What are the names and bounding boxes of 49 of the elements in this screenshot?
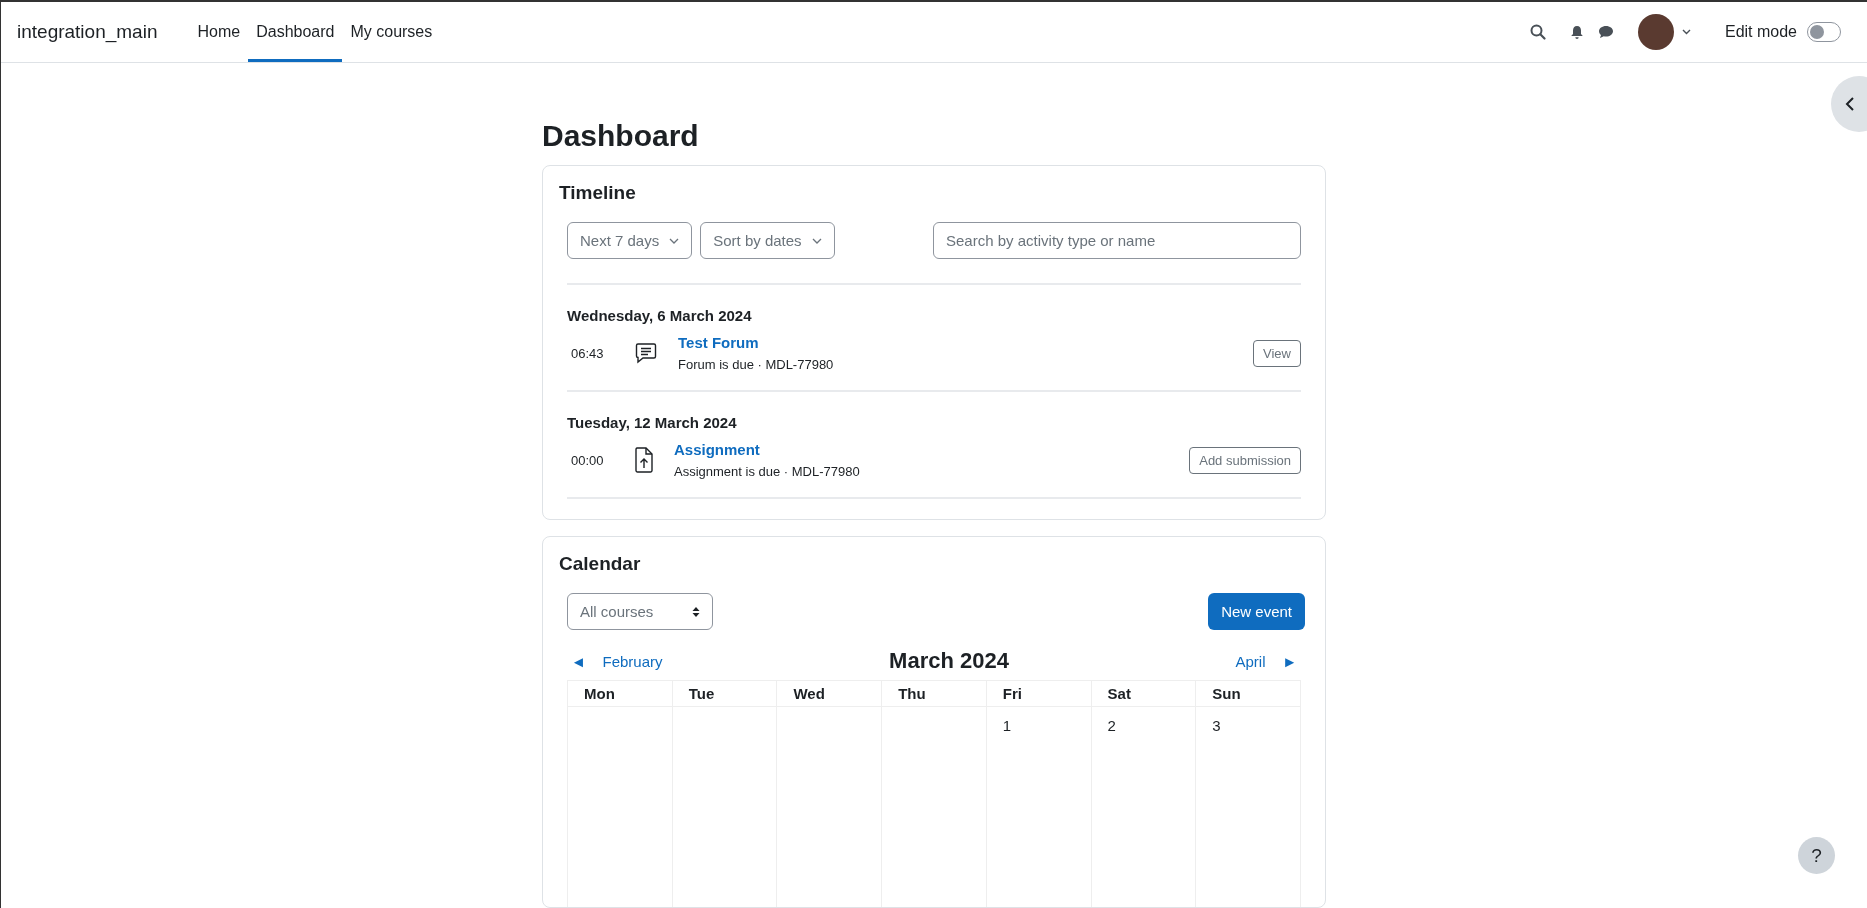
event-detail: Forum is due · MDL-77980 bbox=[678, 357, 834, 372]
event-detail: Assignment is due · MDL-77980 bbox=[674, 464, 860, 479]
new-event-button[interactable]: New event bbox=[1208, 593, 1305, 630]
bell-icon[interactable] bbox=[1569, 24, 1584, 40]
calendar-day-cell[interactable]: 1 bbox=[986, 707, 1092, 907]
calendar-day-cell[interactable]: 3 bbox=[1196, 707, 1301, 907]
calendar-day-cell[interactable]: 2 bbox=[1091, 707, 1197, 907]
card-title: Timeline bbox=[559, 182, 637, 204]
event-time: 00:00 bbox=[570, 452, 605, 468]
nav-link[interactable]: My courses bbox=[342, 2, 441, 62]
sort-arrows-icon bbox=[692, 605, 700, 618]
activity-link[interactable]: Test Forum bbox=[678, 334, 834, 351]
weekday-header: Fri bbox=[986, 680, 1092, 707]
course-select[interactable]: All courses bbox=[567, 593, 713, 630]
user-avatar[interactable] bbox=[1637, 14, 1674, 50]
weekday-header: Tue bbox=[672, 680, 778, 707]
event-time: 06:43 bbox=[570, 345, 605, 361]
action-button[interactable]: Add submission bbox=[1189, 446, 1301, 474]
search-icon[interactable] bbox=[1529, 24, 1546, 40]
date-heading: Wednesday, 6 March 2024 bbox=[567, 307, 753, 324]
sort-dropdown[interactable]: Sort by dates bbox=[700, 222, 835, 259]
weekday-header: Mon bbox=[568, 680, 673, 707]
help-button[interactable]: ? bbox=[1798, 837, 1835, 874]
chevron-down-icon bbox=[669, 237, 680, 244]
nav-link[interactable]: Dashboard bbox=[248, 2, 343, 62]
edit-mode-toggle[interactable] bbox=[1807, 22, 1841, 42]
search-field[interactable]: Search by activity type or name bbox=[933, 222, 1301, 259]
weekday-header: Wed bbox=[777, 680, 883, 707]
weekday-header: Sat bbox=[1091, 680, 1197, 707]
site-name[interactable]: integration_main bbox=[17, 21, 158, 43]
day-filter-dropdown[interactable]: Next 7 days bbox=[567, 222, 693, 259]
month-title: March 2024 bbox=[889, 648, 1009, 674]
chat-bubble-icon bbox=[634, 341, 658, 365]
chevron-left-icon bbox=[1845, 96, 1855, 112]
caret-icon[interactable] bbox=[1681, 29, 1691, 35]
activity-link[interactable]: Assignment bbox=[674, 441, 860, 458]
file-upload-icon bbox=[634, 447, 654, 473]
chat-bubble-icon[interactable] bbox=[1597, 25, 1614, 39]
nav-link[interactable]: Home bbox=[189, 2, 249, 62]
page-title: Dashboard bbox=[542, 119, 700, 153]
chevron-down-icon bbox=[811, 237, 822, 244]
action-button[interactable]: View bbox=[1253, 339, 1301, 367]
edit-mode-label: Edit mode bbox=[1724, 23, 1797, 41]
date-heading: Tuesday, 12 March 2024 bbox=[567, 414, 738, 431]
previous-month-link[interactable]: ◄ February bbox=[567, 652, 667, 670]
card-title: Calendar bbox=[559, 553, 642, 575]
weekday-header: Thu bbox=[882, 680, 987, 707]
weekday-header: Sun bbox=[1196, 680, 1301, 707]
next-month-link[interactable]: April ► bbox=[1231, 652, 1301, 670]
